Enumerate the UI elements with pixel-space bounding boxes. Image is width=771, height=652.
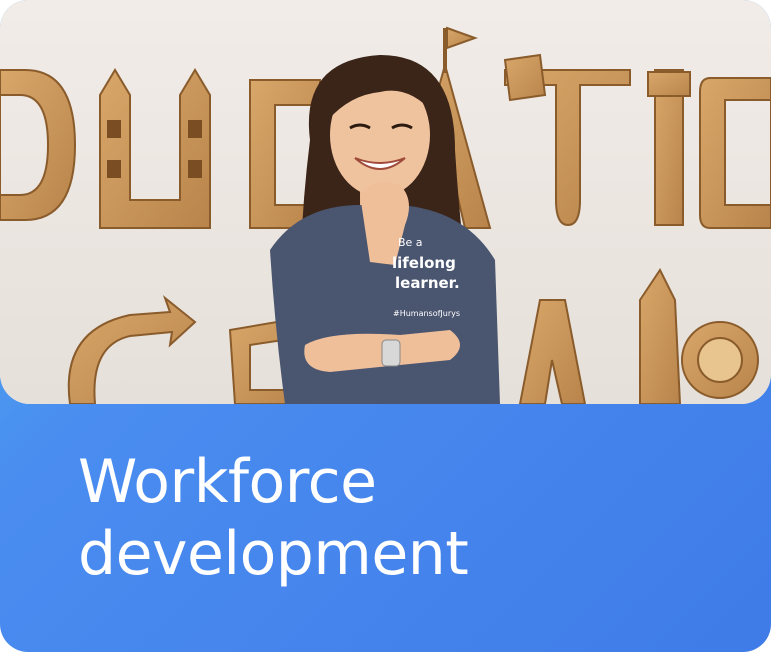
- card-title-line-1: Workforce: [78, 447, 377, 517]
- card-title-line-2: development: [78, 519, 469, 589]
- shirt-hashtag: #HumansofJurys: [393, 309, 460, 318]
- photo-illustration: Be a lifelong learner. #HumansofJurys: [0, 0, 771, 404]
- workforce-development-card[interactable]: Be a lifelong learner. #HumansofJurys Wo…: [0, 0, 771, 652]
- shirt-text-1: Be a: [398, 236, 423, 249]
- shirt-text-2: lifelong: [392, 254, 456, 272]
- hero-photo: Be a lifelong learner. #HumansofJurys: [0, 0, 771, 404]
- shirt-text-3: learner.: [395, 274, 460, 292]
- card-title: Workforce development: [78, 446, 718, 590]
